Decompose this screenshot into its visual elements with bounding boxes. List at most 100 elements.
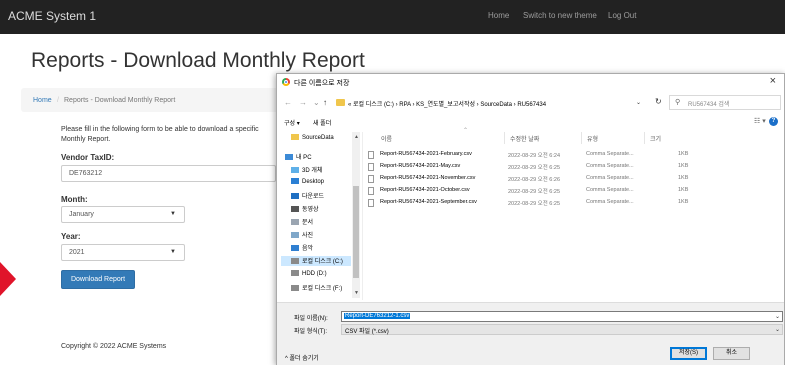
dialog-titlebar: 다른 이름으로 저장 ×: [277, 74, 784, 92]
chevron-down-icon[interactable]: ⌄: [775, 313, 780, 320]
dialog-title: 다른 이름으로 저장: [294, 80, 350, 87]
breadcrumb: Home / Reports - Download Monthly Report: [21, 88, 291, 112]
download-icon: [291, 193, 299, 199]
nav-switch-theme-link[interactable]: Switch to new theme: [523, 11, 597, 20]
column-header-type[interactable]: 유형: [587, 134, 598, 143]
nav-item-downloads[interactable]: 다운로드: [291, 191, 324, 201]
nav-item-documents[interactable]: 문서: [291, 217, 313, 227]
file-row[interactable]: Report-RU567434-2021-September.csv 2022-…: [368, 198, 688, 208]
file-row[interactable]: Report-RU567434-2021-November.csv 2022-0…: [368, 174, 688, 184]
nav-item-pictures[interactable]: 사진: [291, 230, 313, 240]
address-row: ← → ⌄ ↑ « 로컬 디스크 (C:) › RPA › KS_연도별_보고서…: [277, 92, 784, 114]
filetype-value: CSV 파일 (*.csv): [345, 329, 389, 335]
recent-chevron-icon[interactable]: ⌄: [313, 98, 320, 107]
save-button[interactable]: 저장(S): [670, 347, 707, 360]
folder-search-input[interactable]: ⚲ RU567434 검색: [669, 95, 781, 110]
organize-menu[interactable]: 구성 ▾: [284, 118, 300, 127]
back-arrow-icon[interactable]: ←: [284, 98, 292, 107]
chevron-down-icon[interactable]: ⌄: [636, 99, 641, 106]
nav-item-3d-objects[interactable]: 3D 개체: [291, 165, 322, 175]
view-options-icon[interactable]: ☷ ▾: [754, 117, 766, 125]
nav-item-hdd-d[interactable]: HDD (D:): [291, 270, 327, 280]
help-icon[interactable]: ?: [769, 117, 778, 126]
csv-file-icon: [368, 175, 374, 183]
top-navbar: ACME System 1 Home Switch to new theme L…: [0, 0, 785, 34]
desktop-icon: [291, 178, 299, 184]
document-icon: [291, 219, 299, 225]
chevron-down-icon: ▼: [170, 211, 176, 217]
month-select[interactable]: January ▼: [61, 206, 185, 223]
column-header-size[interactable]: 크기: [650, 134, 661, 143]
column-divider: [504, 132, 505, 144]
folder-icon: [336, 99, 345, 106]
sort-ascending-icon: ⌃: [463, 128, 469, 134]
nav-item-my-pc[interactable]: 내 PC: [285, 152, 312, 162]
nav-item-sourcedata[interactable]: SourceData: [291, 134, 334, 144]
save-as-dialog: 다른 이름으로 저장 × ← → ⌄ ↑ « 로컬 디스크 (C:) › RPA…: [276, 73, 785, 365]
column-header-name[interactable]: 이름: [381, 134, 392, 143]
year-select-value: 2021: [69, 249, 85, 256]
filename-input[interactable]: Report-DE763212-1.csv ⌄: [341, 311, 783, 322]
download-report-button[interactable]: Download Report: [61, 270, 135, 289]
column-header-date[interactable]: 수정한 날짜: [510, 134, 539, 143]
year-label: Year:: [61, 232, 81, 241]
filetype-select[interactable]: CSV 파일 (*.csv) ⌄: [341, 324, 783, 335]
drive-icon: [291, 270, 299, 276]
brand-logo[interactable]: ACME System 1: [8, 9, 96, 23]
filename-value: Report-DE763212-1.csv: [344, 313, 411, 319]
file-row[interactable]: Report-RU567434-2021-May.csv 2022-08-29 …: [368, 162, 688, 172]
chrome-icon: [282, 78, 290, 86]
nav-item-videos[interactable]: 동영상: [291, 204, 319, 214]
csv-file-icon: [368, 187, 374, 195]
pc-icon: [285, 154, 293, 160]
red-arrow-pointer-icon: [0, 262, 16, 296]
folder-icon: [291, 134, 299, 140]
nav-home-link[interactable]: Home: [488, 11, 509, 20]
filetype-label: 파일 형식(T):: [294, 329, 328, 335]
csv-file-icon: [368, 199, 374, 207]
column-divider: [644, 132, 645, 144]
video-icon: [291, 206, 299, 212]
forward-arrow-icon[interactable]: →: [299, 98, 307, 107]
scroll-up-icon[interactable]: ▲: [354, 134, 359, 140]
refresh-icon[interactable]: ↻: [655, 97, 662, 106]
search-icon: ⚲: [675, 99, 681, 106]
file-row[interactable]: Report-RU567434-2021-February.csv 2022-0…: [368, 150, 688, 160]
form-intro-text: Please fill in the following form to be …: [61, 126, 259, 143]
close-icon[interactable]: ×: [770, 75, 776, 87]
scrollbar-thumb[interactable]: [353, 186, 359, 278]
nav-logout-link[interactable]: Log Out: [608, 11, 636, 20]
up-arrow-icon[interactable]: ↑: [323, 98, 327, 107]
year-select[interactable]: 2021 ▼: [61, 244, 185, 261]
address-path[interactable]: « 로컬 디스크 (C:) › RPA › KS_연도별_보고서작성 › Sou…: [348, 99, 546, 108]
cancel-button[interactable]: 취소: [713, 347, 750, 360]
nav-pane-scrollbar[interactable]: [352, 132, 360, 298]
csv-file-icon: [368, 151, 374, 159]
hide-folders-toggle[interactable]: ^ 폴더 숨기기: [285, 353, 319, 362]
chevron-down-icon: ▼: [170, 249, 176, 255]
drive-icon: [291, 285, 299, 291]
dialog-bottom-area: 파일 이름(N): Report-DE763212-1.csv ⌄ 파일 형식(…: [277, 302, 784, 365]
nav-item-desktop[interactable]: Desktop: [291, 178, 324, 188]
breadcrumb-home-link[interactable]: Home: [33, 97, 52, 104]
cube-icon: [291, 167, 299, 173]
nav-item-local-disk-c[interactable]: 로컬 디스크 (C:): [281, 256, 351, 266]
chevron-down-icon: ⌄: [774, 327, 780, 333]
search-placeholder: RU567434 검색: [688, 102, 730, 108]
copyright-text: Copyright © 2022 ACME Systems: [61, 343, 167, 350]
new-folder-button[interactable]: 새 폴더: [313, 118, 331, 127]
picture-icon: [291, 232, 299, 238]
vendor-taxid-label: Vendor TaxID:: [61, 153, 115, 162]
file-row[interactable]: Report-RU567434-2021-October.csv 2022-08…: [368, 186, 688, 196]
drive-icon: [291, 258, 299, 264]
filename-label: 파일 이름(N):: [294, 316, 328, 322]
dialog-toolbar: 구성 ▾ 새 폴더 ☷ ▾ ?: [277, 114, 784, 130]
nav-item-music[interactable]: 음악: [291, 243, 313, 253]
scroll-down-icon[interactable]: ▼: [354, 290, 359, 296]
navigation-pane: SourceData 내 PC 3D 개체 Desktop 다운로드 동영상 문…: [277, 132, 363, 300]
page-title: Reports - Download Monthly Report: [31, 49, 365, 72]
vendor-taxid-input[interactable]: DE763212: [61, 165, 276, 182]
vendor-taxid-value: DE763212: [69, 170, 103, 177]
nav-item-local-disk-f[interactable]: 로컬 디스크 (F:): [291, 283, 342, 293]
month-select-value: January: [69, 211, 94, 218]
